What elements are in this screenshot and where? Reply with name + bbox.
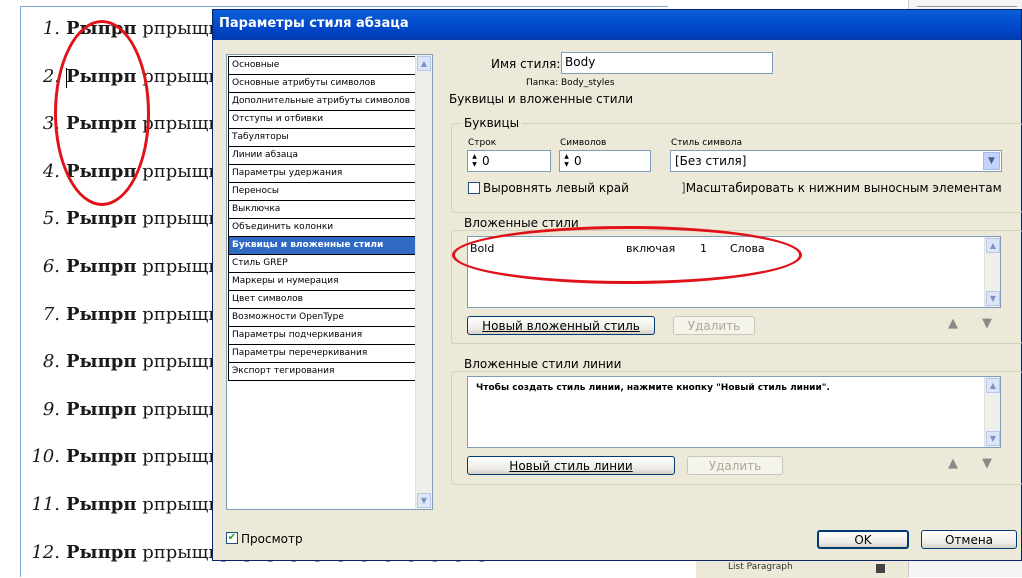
align-left-checkbox[interactable] [468,182,480,194]
scroll-down-icon[interactable]: ▼ [986,431,1000,446]
list-number: 9. [42,398,60,420]
lines-value[interactable]: 0 [482,154,490,168]
list-number: 2. [42,65,60,87]
char-style-value: [Без стиля] [675,154,747,168]
text-frame-edge [20,6,668,7]
nested-styles-scrollbar[interactable]: ▲ ▼ [984,237,1000,307]
ok-button[interactable]: OK [817,530,909,549]
nested-line-styles-hint: Чтобы создать стиль линии, нажмите кнопк… [476,383,830,393]
drop-caps-title: Буквицы [461,116,523,130]
list-number: 5. [42,208,60,230]
preview-checkbox[interactable]: ✔ [226,532,238,544]
category-item[interactable]: Экспорт тегирования [229,363,418,381]
list-number: 10. [31,446,60,468]
list-number: 8. [42,351,60,373]
char-style-select[interactable]: [Без стиля] ▼ [670,150,1002,172]
move-up-icon[interactable]: ▲ [948,316,958,331]
nested-line-styles-scrollbar[interactable]: ▲ ▼ [984,377,1000,447]
nested-line-styles-title: Вложенные стили линии [461,357,625,371]
chars-label: Символов [560,138,607,148]
move-up-icon[interactable]: ▲ [948,456,958,471]
scroll-up-icon[interactable]: ▲ [417,56,431,71]
scale-descenders-label[interactable]: ]Масштабировать к нижним выносным элемен… [681,181,1002,195]
bold-word: Рыпрп [66,398,137,420]
scroll-up-icon[interactable]: ▲ [986,378,1000,393]
folder-label: Папка: Body_styles [526,78,615,88]
list-number: 11. [31,494,60,515]
category-item[interactable]: Буквицы и вложенные стили [229,237,418,255]
paragraph-style-options-dialog: Параметры стиля абзаца Основные Основные … [212,9,1022,561]
category-item[interactable]: Объединить колонки [229,219,418,237]
lines-label: Строк [468,138,497,148]
lines-stepper[interactable]: ▲ ▼ 0 [467,150,551,172]
scroll-up-icon[interactable]: ▲ [986,238,1000,253]
align-left-label[interactable]: Выровнять левый край [483,181,629,195]
category-item[interactable]: Основные атрибуты символов [229,75,418,93]
category-item[interactable]: Линии абзаца [229,147,418,165]
bold-word: Рыпрп [66,256,137,277]
list-number: 7. [42,303,60,325]
chars-value[interactable]: 0 [574,154,582,168]
list-number: 1. [42,18,60,39]
text-frame-edge [20,6,21,577]
bold-word: Рыпрп [66,208,137,230]
new-nested-style-button[interactable]: Новый вложенный стиль [467,316,655,335]
scroll-down-icon[interactable]: ▼ [417,493,431,508]
chevron-down-icon[interactable]: ▼ [983,152,1000,170]
bold-word: Рыпрп [66,541,137,563]
new-line-style-button[interactable]: Новый стиль линии [467,456,675,475]
style-name-input[interactable]: Body [561,52,773,74]
list-number: 4. [42,160,60,182]
bold-word: Рыпрп [66,494,137,515]
panel-style-item[interactable]: List Paragraph [728,562,793,572]
stepper-arrows-icon[interactable]: ▲ ▼ [562,153,571,169]
save-icon[interactable] [876,564,885,573]
section-title: Буквицы и вложенные стили [449,92,634,106]
move-down-icon[interactable]: ▼ [982,316,992,331]
dialog-title[interactable]: Параметры стиля абзаца [213,10,1021,40]
chars-stepper[interactable]: ▲ ▼ 0 [559,150,651,172]
scroll-down-icon[interactable]: ▼ [986,291,1000,306]
style-name-label: Имя стиля: [491,57,561,71]
annotation-ellipse [452,226,802,284]
category-item[interactable]: Маркеры и нумерация [229,273,418,291]
annotation-ellipse [54,20,150,206]
category-scrollbar[interactable]: ▲ ▼ [415,55,432,509]
category-item[interactable]: Основные [229,57,418,75]
category-item[interactable]: Переносы [229,183,418,201]
preview-label[interactable]: Просмотр [241,532,303,546]
bold-word: Рыпрп [66,303,137,325]
category-item[interactable]: Стиль GREP [229,255,418,273]
char-style-label: Стиль символа [671,138,742,148]
bold-word: Рыпрп [66,351,137,373]
styles-panel[interactable]: List Paragraph [696,560,908,578]
category-item[interactable]: Параметры перечеркивания [229,345,418,363]
category-item[interactable]: Отступы и отбивки [229,111,418,129]
category-item[interactable]: Параметры удержания [229,165,418,183]
category-item[interactable]: Выключка [229,201,418,219]
delete-line-style-button[interactable]: Удалить [687,456,783,475]
cancel-button[interactable]: Отмена [921,530,1017,549]
category-item[interactable]: Табуляторы [229,129,418,147]
bold-word: Рыпрп [66,446,137,468]
category-item[interactable]: Возможности OpenType [229,309,418,327]
category-item[interactable]: Параметры подчеркивания [229,327,418,345]
list-number: 6. [42,256,60,277]
category-list[interactable]: Основные Основные атрибуты символов Дополн… [226,54,433,510]
stepper-arrows-icon[interactable]: ▲ ▼ [470,153,479,169]
list-number: 12. [31,541,60,563]
move-down-icon[interactable]: ▼ [982,456,992,471]
category-item[interactable]: Дополнительные атрибуты символов [229,93,418,111]
category-item[interactable]: Цвет символов [229,291,418,309]
delete-nested-style-button[interactable]: Удалить [673,316,755,335]
nested-line-styles-list[interactable]: Чтобы создать стиль линии, нажмите кнопк… [467,376,1001,448]
